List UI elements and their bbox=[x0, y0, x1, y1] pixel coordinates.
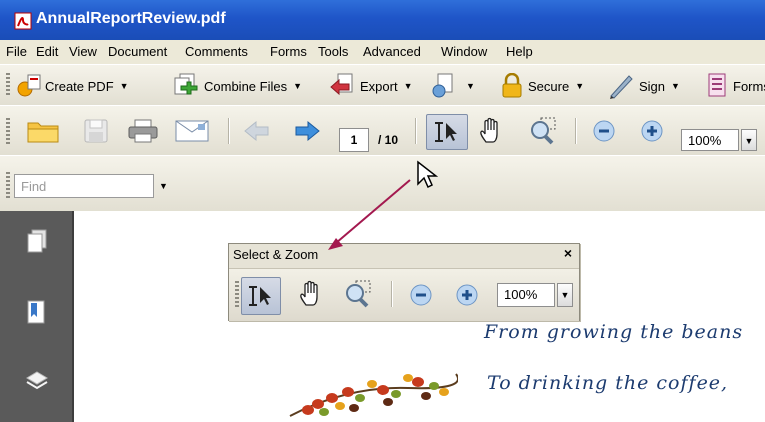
menu-edit[interactable]: Edit bbox=[36, 44, 58, 59]
floating-toolbar-buttons: 100% ▼ bbox=[229, 268, 579, 321]
chevron-down-icon: ▼ bbox=[403, 81, 413, 91]
menu-document[interactable]: Document bbox=[108, 44, 167, 59]
export-icon bbox=[330, 73, 353, 96]
secure-button[interactable]: Secure ▼ bbox=[499, 73, 584, 99]
select-tool-button[interactable] bbox=[241, 277, 281, 315]
toolbar-separator bbox=[415, 118, 416, 144]
navigation-panel bbox=[0, 211, 74, 422]
combine-files-icon bbox=[174, 73, 198, 95]
menu-comments[interactable]: Comments bbox=[185, 44, 248, 59]
title-bar: AnnualReportReview.pdf bbox=[0, 0, 765, 40]
acrobat-window: AnnualReportReview.pdf File Edit View Do… bbox=[0, 0, 765, 422]
page-total-label: / 10 bbox=[378, 133, 399, 147]
window-title: AnnualReportReview.pdf bbox=[36, 10, 226, 27]
floating-zoom-dropdown-button[interactable]: ▼ bbox=[557, 283, 573, 307]
toolbar-grip[interactable] bbox=[6, 172, 10, 198]
zoom-out-icon[interactable] bbox=[409, 283, 433, 307]
toolbar-grip[interactable] bbox=[235, 281, 239, 307]
document-text-line-1: From growing the beans bbox=[484, 321, 744, 343]
toolbar-separator bbox=[575, 118, 576, 144]
floating-toolbar-title: Select & Zoom bbox=[233, 247, 319, 262]
export-button[interactable]: Export ▼ bbox=[328, 73, 413, 99]
create-pdf-icon bbox=[17, 74, 41, 97]
navigation-toolbar: 1 / 10 100% ▼ bbox=[0, 105, 765, 156]
pages-icon[interactable] bbox=[26, 229, 48, 255]
save-icon[interactable] bbox=[82, 118, 110, 144]
marquee-zoom-icon[interactable] bbox=[528, 116, 560, 146]
menu-window[interactable]: Window bbox=[441, 44, 487, 59]
menu-view[interactable]: View bbox=[69, 44, 97, 59]
combine-files-button[interactable]: Combine Files ▼ bbox=[172, 73, 302, 99]
menu-help[interactable]: Help bbox=[506, 44, 533, 59]
lock-icon bbox=[502, 73, 522, 98]
review-button[interactable]: ▼ bbox=[430, 73, 475, 99]
create-pdf-button[interactable]: Create PDF ▼ bbox=[16, 73, 129, 99]
zoom-in-icon[interactable] bbox=[455, 283, 479, 307]
pdf-icon bbox=[14, 12, 32, 30]
select-tool-button[interactable] bbox=[426, 114, 468, 150]
chevron-down-icon: ▼ bbox=[293, 81, 303, 91]
zoom-in-icon[interactable] bbox=[640, 119, 664, 143]
hand-tool-icon[interactable] bbox=[297, 279, 327, 309]
find-input[interactable]: Find bbox=[14, 174, 154, 198]
coffee-beans-image bbox=[289, 373, 458, 417]
review-document-icon bbox=[432, 73, 453, 98]
close-icon[interactable]: × bbox=[564, 245, 572, 261]
chevron-down-icon: ▼ bbox=[671, 81, 680, 91]
marquee-zoom-icon[interactable] bbox=[343, 279, 375, 309]
open-folder-icon[interactable] bbox=[26, 118, 62, 144]
zoom-out-icon[interactable] bbox=[592, 119, 616, 143]
toolbar-separator bbox=[391, 281, 392, 307]
select-zoom-floating-toolbar[interactable]: Select & Zoom × 100% ▼ bbox=[228, 243, 580, 321]
menu-forms[interactable]: Forms bbox=[270, 44, 307, 59]
menu-tools[interactable]: Tools bbox=[318, 44, 348, 59]
menu-advanced[interactable]: Advanced bbox=[363, 44, 421, 59]
mouse-pointer-icon bbox=[417, 160, 438, 189]
forms-button[interactable]: Forms bbox=[706, 73, 765, 99]
floating-zoom-level-input[interactable]: 100% bbox=[497, 283, 555, 307]
next-page-arrow-icon[interactable] bbox=[292, 119, 322, 143]
toolbar-grip[interactable] bbox=[6, 73, 10, 97]
hand-tool-icon[interactable] bbox=[477, 116, 507, 146]
forms-icon bbox=[708, 73, 726, 97]
sign-button[interactable]: Sign ▼ bbox=[607, 73, 680, 99]
email-icon[interactable] bbox=[174, 118, 210, 144]
chevron-down-icon: ▼ bbox=[466, 81, 475, 91]
find-dropdown-icon[interactable]: ▼ bbox=[159, 181, 168, 191]
toolbar-grip[interactable] bbox=[6, 118, 10, 144]
text-select-cursor-icon bbox=[435, 122, 457, 142]
zoom-dropdown-button[interactable]: ▼ bbox=[741, 129, 757, 151]
task-toolbar: Create PDF ▼ Combine Files ▼ Export ▼ ▼ … bbox=[0, 64, 765, 106]
layers-icon[interactable] bbox=[24, 369, 50, 393]
document-text-line-2: To drinking the coffee, bbox=[487, 372, 729, 394]
pen-icon bbox=[610, 75, 633, 99]
text-select-cursor-icon bbox=[249, 286, 271, 306]
previous-page-arrow-icon[interactable] bbox=[242, 119, 272, 143]
toolbar-separator bbox=[228, 118, 229, 144]
chevron-down-icon: ▼ bbox=[575, 81, 585, 91]
zoom-level-input[interactable]: 100% bbox=[681, 129, 739, 151]
page-number-input[interactable]: 1 bbox=[339, 128, 369, 152]
chevron-down-icon: ▼ bbox=[560, 290, 570, 300]
bookmarks-icon[interactable] bbox=[25, 299, 49, 327]
print-icon[interactable] bbox=[126, 118, 160, 144]
chevron-down-icon: ▼ bbox=[119, 81, 129, 91]
chevron-down-icon: ▼ bbox=[744, 136, 754, 146]
menu-file[interactable]: File bbox=[6, 44, 27, 59]
menu-bar: File Edit View Document Comments Forms T… bbox=[0, 40, 765, 64]
